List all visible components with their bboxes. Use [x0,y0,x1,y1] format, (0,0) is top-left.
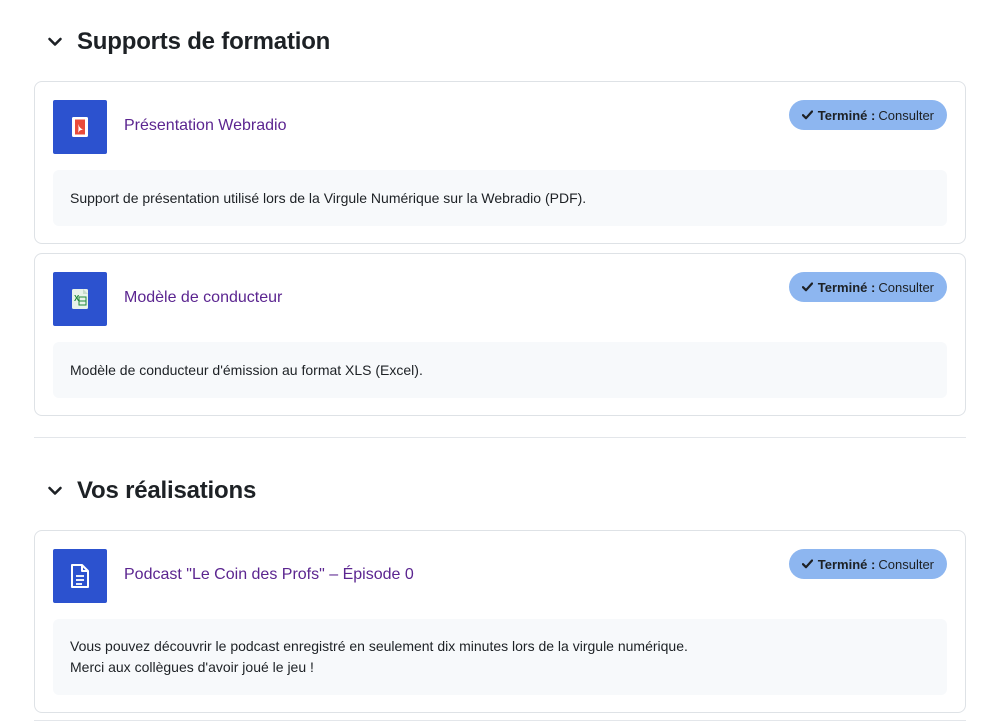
section-title: Supports de formation [77,28,331,55]
completion-status: Terminé : [817,556,876,572]
page-document-icon[interactable] [53,549,107,603]
pdf-file-icon[interactable] [53,100,107,154]
activity-link-podcast[interactable]: Podcast "Le Coin des Profs" – Épisode 0 [124,566,414,584]
excel-file-icon[interactable]: X [53,272,107,326]
completion-status: Terminé : [817,279,876,295]
activity-card: X Modèle de conducteur Terminé : Consult… [34,253,966,416]
section-header-realisations[interactable]: Vos réalisations [44,477,256,505]
completion-badge[interactable]: Terminé : Consulter [788,549,947,579]
chevron-down-icon [44,31,66,53]
activity-description: Modèle de conducteur d'émission au forma… [53,342,947,398]
chevron-down-icon [44,480,66,502]
check-icon [801,110,813,120]
activity-link-presentation-webradio[interactable]: Présentation Webradio [124,117,286,135]
completion-action: Consulter [878,556,934,572]
activity-card: Présentation Webradio Terminé : Consulte… [34,81,966,244]
activity-description: Support de présentation utilisé lors de … [53,170,947,226]
description-line: Vous pouvez découvrir le podcast enregis… [70,638,688,654]
completion-action: Consulter [878,107,934,123]
activity-card: Podcast "Le Coin des Profs" – Épisode 0 … [34,530,966,713]
activity-link-modele-conducteur[interactable]: Modèle de conducteur [124,289,282,307]
description-line: Support de présentation utilisé lors de … [70,189,587,206]
section-header-supports[interactable]: Supports de formation [44,28,330,56]
completion-status: Terminé : [817,107,876,123]
check-icon [801,282,813,292]
section-divider [34,437,966,438]
completion-badge[interactable]: Terminé : Consulter [788,100,947,130]
description-line: Modèle de conducteur d'émission au forma… [70,361,423,378]
check-icon [801,559,813,569]
section-divider [34,720,966,721]
description-line: Merci aux collègues d'avoir joué le jeu … [70,659,314,675]
completion-badge[interactable]: Terminé : Consulter [788,272,947,302]
completion-action: Consulter [878,279,934,295]
activity-description: Vous pouvez découvrir le podcast enregis… [53,619,947,695]
section-title: Vos réalisations [77,477,257,504]
